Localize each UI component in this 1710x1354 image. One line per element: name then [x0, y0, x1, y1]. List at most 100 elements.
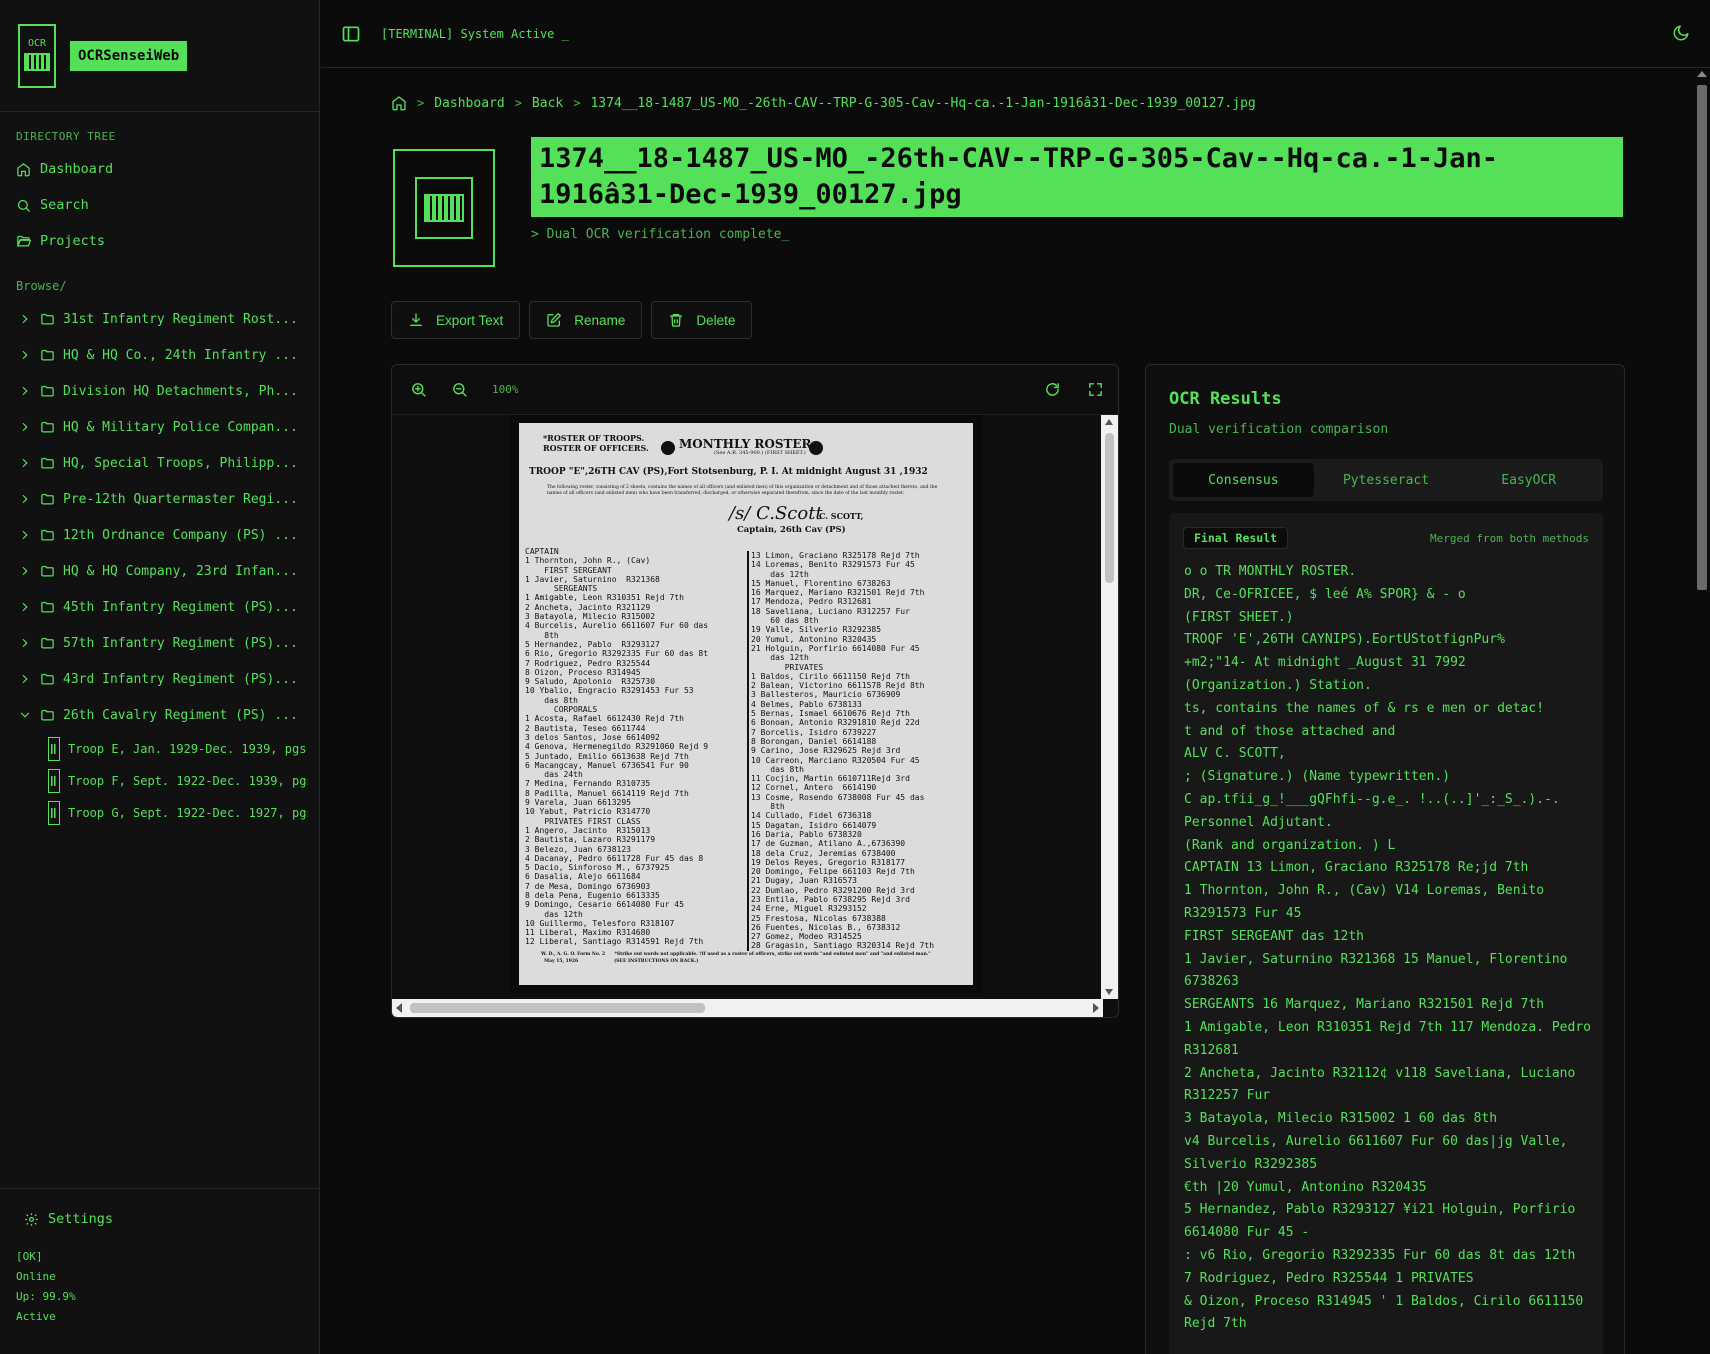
tree-folder[interactable]: HQ & Military Police Compan...: [0, 409, 319, 445]
tab-consensus[interactable]: Consensus: [1173, 463, 1314, 497]
tab-easyocr[interactable]: EasyOCR: [1458, 463, 1599, 497]
final-result-box: Final Result Merged from both methods o …: [1169, 513, 1603, 1354]
file-icon: [48, 801, 60, 825]
breadcrumb: > Dashboard > Back > 1374__18-1487_US-MO…: [391, 95, 1256, 111]
rotate-icon[interactable]: [1044, 381, 1061, 398]
tree-folder-label: HQ & HQ Company, 23rd Infan...: [63, 563, 298, 579]
tree-folder-label: 43rd Infantry Regiment (PS)...: [63, 671, 298, 687]
viewer-horizontal-scrollbar[interactable]: [392, 999, 1103, 1017]
doc-column-left: CAPTAIN 1 Thornton, John R., (Cav) FIRST…: [525, 547, 709, 947]
brand-name: OCRSenseiWeb: [70, 40, 188, 71]
chevron-right-icon: [22, 422, 28, 432]
chevron-right-icon: [22, 638, 28, 648]
viewer-vertical-scrollbar[interactable]: [1101, 415, 1118, 999]
chevron-right-icon: [22, 494, 28, 504]
doc-title: MONTHLY ROSTER.: [679, 437, 816, 451]
tree-file-label: Troop E, Jan. 1929-Dec. 1939, pgs: [68, 742, 307, 756]
folder-open-icon: [17, 235, 31, 246]
tree-folder[interactable]: Division HQ Detachments, Ph...: [0, 373, 319, 409]
page-scrollbar-thumb[interactable]: [1697, 85, 1707, 590]
chevron-right-icon: [22, 458, 28, 468]
tree-folder[interactable]: 12th Ordnance Company (PS) ...: [0, 517, 319, 553]
tree-folder[interactable]: 31st Infantry Regiment Rost...: [0, 301, 319, 337]
chevron-right-icon: >: [573, 96, 581, 110]
doc-organization-line: TROOP "E",26TH CAV (PS),Fort Stotsenburg…: [529, 467, 928, 477]
tree-folder[interactable]: HQ & HQ Company, 23rd Infan...: [0, 553, 319, 589]
doc-subtitle: (See A.R. 345-900.) (FIRST SHEET.): [714, 450, 806, 456]
tree-file-label: Troop F, Sept. 1922-Dec. 1939, pgs: [68, 774, 308, 788]
moon-icon[interactable]: [1672, 24, 1690, 42]
document-image: *ROSTER OF TROOPS. ROSTER OF OFFICERS. M…: [509, 415, 983, 993]
scanned-roster: *ROSTER OF TROOPS. ROSTER OF OFFICERS. M…: [519, 423, 973, 985]
chevron-right-icon: [22, 566, 28, 576]
tree-folder[interactable]: HQ & HQ Co., 24th Infantry ...: [0, 337, 319, 373]
nav-projects[interactable]: Projects: [0, 223, 319, 259]
tree-file[interactable]: Troop F, Sept. 1922-Dec. 1939, pgs: [0, 765, 319, 797]
page-title: 1374__18-1487_US-MO_-26th-CAV--TRP-G-305…: [531, 137, 1623, 217]
fullscreen-icon[interactable]: [1087, 381, 1104, 398]
doc-column-divider: [747, 551, 749, 951]
folder-icon: [41, 385, 54, 396]
trash-icon: [670, 314, 683, 327]
ocr-result-text[interactable]: o o TR MONTHLY ROSTER. DR, Ce-OFRICEE, $…: [1184, 561, 1596, 1336]
tree-folder[interactable]: 43rd Infantry Regiment (PS)...: [0, 661, 319, 697]
page-scrollbar[interactable]: [1694, 69, 1710, 1354]
terminal-status: [TERMINAL] System Active _: [381, 26, 569, 41]
gear-icon: [25, 1212, 38, 1226]
tree-folder[interactable]: 45th Infantry Regiment (PS)...: [0, 589, 319, 625]
delete-button[interactable]: Delete: [651, 301, 753, 339]
tree-folder-label: 31st Infantry Regiment Rost...: [63, 311, 298, 327]
file-icon: [48, 769, 60, 793]
file-image-icon: [393, 149, 495, 267]
tree-file[interactable]: Troop G, Sept. 1922-Dec. 1927, pgs: [0, 797, 319, 829]
settings-button[interactable]: Settings: [0, 1189, 319, 1227]
status-online: Online: [16, 1270, 56, 1283]
zoom-in-icon[interactable]: [410, 381, 427, 398]
breadcrumb-back[interactable]: Back: [532, 96, 563, 111]
folder-icon: [41, 673, 54, 684]
ocr-results-description: Dual verification comparison: [1169, 422, 1389, 437]
topbar: [TERMINAL] System Active _: [321, 0, 1710, 68]
edit-icon: [547, 313, 562, 327]
settings-label: Settings: [48, 1211, 114, 1227]
download-icon: [410, 313, 422, 326]
status-uptime: Up: 99.9%: [16, 1290, 76, 1303]
sidebar-toggle-icon[interactable]: [341, 24, 361, 44]
folder-icon: [41, 637, 54, 648]
tree-folder-label: Division HQ Detachments, Ph...: [63, 383, 298, 399]
tree-folder[interactable]: 57th Infantry Regiment (PS)...: [0, 625, 319, 661]
tree-file[interactable]: Troop E, Jan. 1929-Dec. 1939, pgs: [0, 733, 319, 765]
logo-text: OCR: [27, 37, 47, 49]
breadcrumb-current: 1374__18-1487_US-MO_-26th-CAV--TRP-G-305…: [590, 95, 1256, 111]
directory-tree-title: DIRECTORY TREE: [16, 130, 116, 143]
folder-icon: [41, 601, 54, 612]
doc-column-right: 13 Limon, Graciano R325178 Rejd 7th 14 L…: [751, 551, 935, 951]
chevron-right-icon: [22, 386, 28, 396]
home-icon[interactable]: [391, 95, 407, 111]
search-icon: [17, 199, 30, 212]
final-result-badge: Final Result: [1183, 527, 1289, 549]
chevron-right-icon: [22, 314, 28, 324]
browse-title: Browse/: [16, 279, 67, 293]
viewer-toolbar: 100%: [392, 365, 1118, 415]
action-bar: Export Text Rename Delete: [391, 301, 753, 339]
nav-dashboard[interactable]: Dashboard: [0, 151, 319, 187]
brand[interactable]: OCR OCRSenseiWeb: [0, 0, 319, 112]
nav-dashboard-label: Dashboard: [40, 161, 114, 177]
tab-pytesseract[interactable]: Pytesseract: [1316, 463, 1457, 497]
doc-roster-type: *ROSTER OF TROOPS. ROSTER OF OFFICERS.: [543, 433, 649, 453]
export-text-button[interactable]: Export Text: [391, 301, 521, 339]
ocr-results-panel: OCR Results Dual verification comparison…: [1145, 364, 1625, 1354]
rename-button[interactable]: Rename: [529, 301, 643, 339]
breadcrumb-dashboard[interactable]: Dashboard: [434, 96, 504, 111]
tree-folder-label: 45th Infantry Regiment (PS)...: [63, 599, 298, 615]
home-icon: [17, 162, 30, 176]
zoom-out-icon[interactable]: [451, 381, 468, 398]
nav-search[interactable]: Search: [0, 187, 319, 223]
image-canvas[interactable]: *ROSTER OF TROOPS. ROSTER OF OFFICERS. M…: [392, 415, 1101, 999]
tree-folder[interactable]: Pre-12th Quartermaster Regi...: [0, 481, 319, 517]
file-icon: [48, 737, 60, 761]
tree-folder[interactable]: HQ, Special Troops, Philipp...: [0, 445, 319, 481]
doc-signer: C. SCOTT,: [819, 511, 864, 521]
tree-folder[interactable]: 26th Cavalry Regiment (PS) ...: [0, 697, 319, 733]
